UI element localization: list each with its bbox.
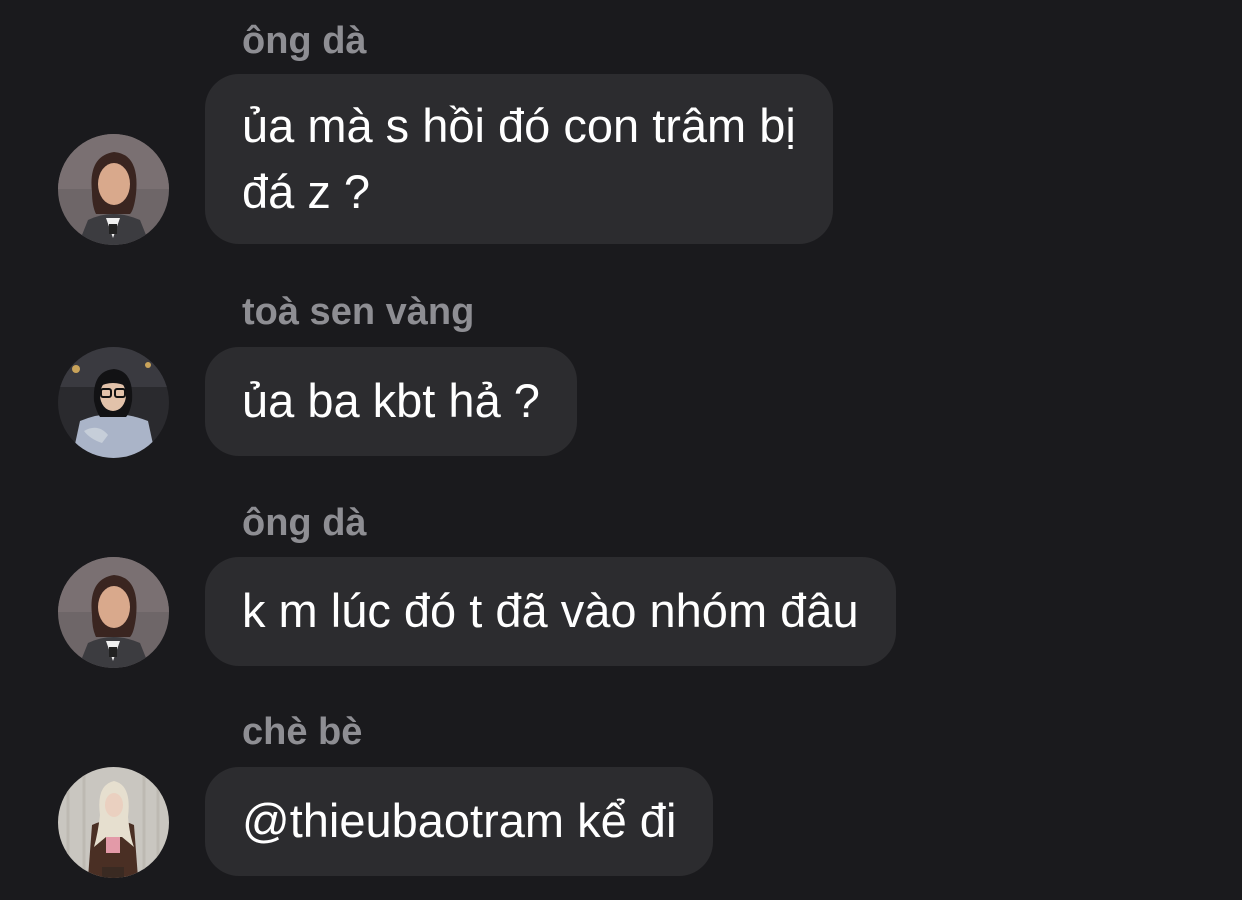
sender-name: ông dà (242, 20, 367, 62)
message-text-line: ủa mà s hồi đó con trâm bị (242, 99, 796, 152)
sender-name: chè bè (242, 711, 363, 753)
message-text-line: đá z ? (242, 165, 371, 218)
woman-avatar-icon[interactable] (58, 557, 169, 668)
chat-thread: ông dà ủa mà s hồi đó con trâm bị đá z ?… (0, 0, 1242, 900)
blonde-woman-avatar-icon[interactable] (58, 767, 169, 878)
message-text-line: k m lúc đó t đã vào nhóm đâu (242, 584, 859, 637)
message-text-line: ủa ba kbt hả ? (242, 374, 540, 427)
sender-name: toà sen vàng (242, 291, 475, 333)
message-text-line: @thieubaotram kể đi (242, 794, 677, 847)
woman-avatar-icon[interactable] (58, 134, 169, 245)
message-bubble[interactable]: k m lúc đó t đã vào nhóm đâu (205, 557, 896, 666)
message-bubble[interactable]: @thieubaotram kể đi (205, 767, 714, 876)
sender-name: ông dà (242, 502, 367, 544)
message-bubble[interactable]: ủa ba kbt hả ? (205, 347, 577, 456)
glasses-woman-avatar-icon[interactable] (58, 347, 169, 458)
message-bubble[interactable]: ủa mà s hồi đó con trâm bị đá z ? (205, 74, 833, 244)
